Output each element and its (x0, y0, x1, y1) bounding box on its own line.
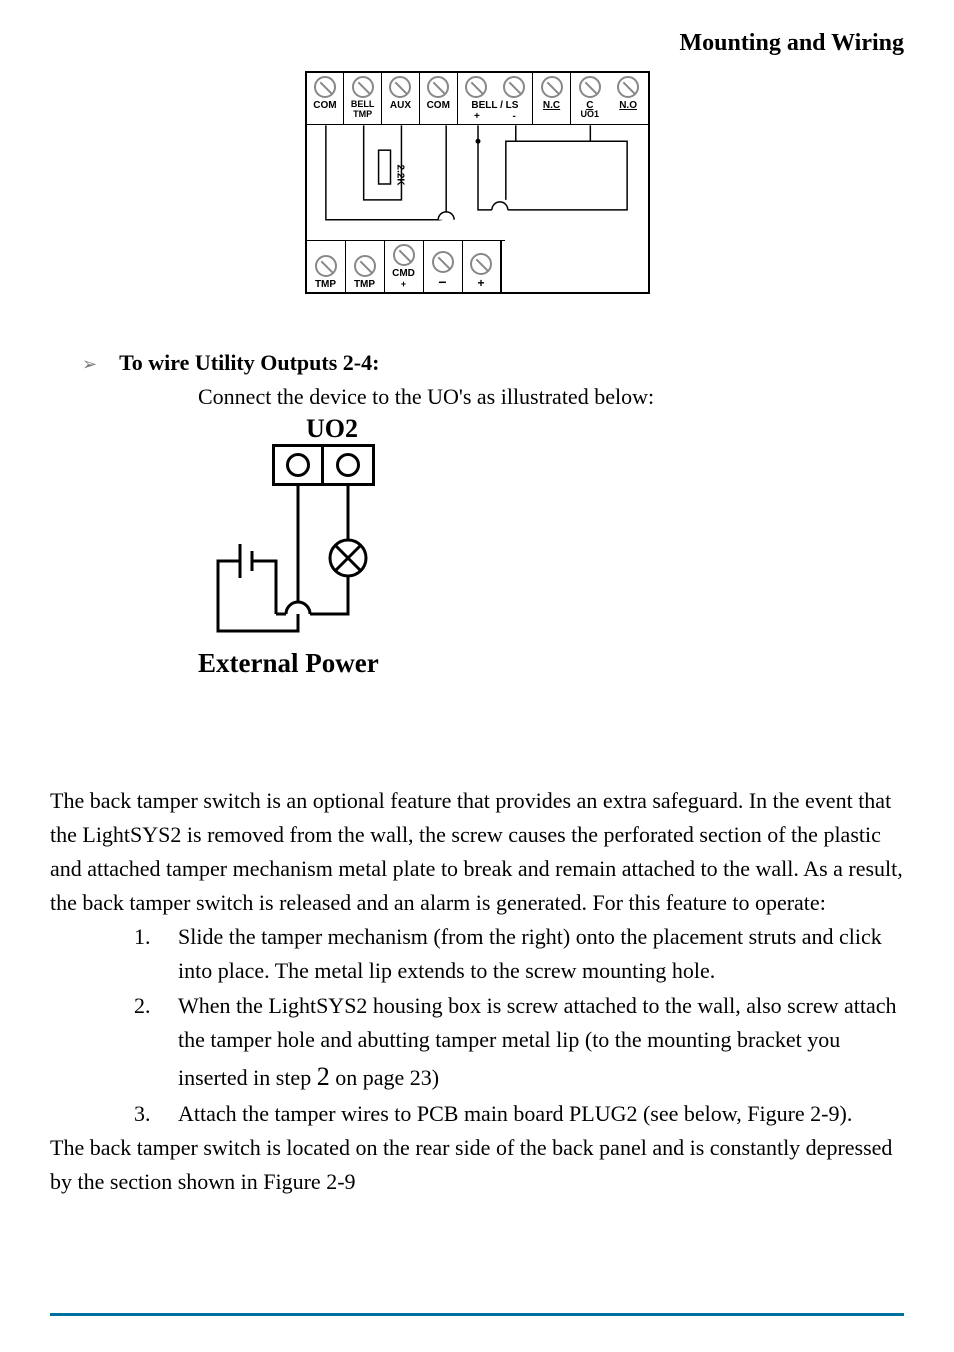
bullet-line: ➢ To wire Utility Outputs 2-4: (50, 350, 904, 376)
terminal-nc: N.C (533, 73, 571, 124)
terminal-c: C UO1 (571, 73, 609, 124)
terminal-com-1: COM (307, 73, 345, 124)
screw-icon (314, 76, 336, 98)
terminal-cmd: CMD+ (385, 241, 424, 292)
diagram-uo2: UO2 (198, 414, 518, 679)
terminal-circle-icon (336, 453, 360, 477)
screw-icon (465, 76, 487, 98)
item-number: 3. (134, 1097, 154, 1131)
item-number: 2. (134, 989, 154, 1097)
uo2-terminal-block (272, 444, 375, 486)
terminal-no: N.O (609, 73, 648, 124)
terminal-row-top: COM BELL TMP AUX COM BELL / LS + - (307, 73, 648, 125)
screw-icon (579, 76, 601, 98)
list-item: 2. When the LightSYS2 housing box is scr… (134, 989, 904, 1097)
terminal-tmp-2: TMP (346, 241, 385, 292)
terminal-diagram-top: COM BELL TMP AUX COM BELL / LS + - (305, 71, 650, 294)
section-subtext: Connect the device to the UO's as illust… (50, 384, 904, 410)
screw-icon (541, 76, 563, 98)
resistor-label: 2.2K (394, 165, 405, 187)
terminal-circle-icon (286, 453, 310, 477)
bullet-heading: To wire Utility Outputs 2-4: (119, 350, 379, 376)
list-item: 1. Slide the tamper mechanism (from the … (134, 920, 904, 988)
external-power-label: External Power (198, 648, 518, 679)
uo2-label: UO2 (306, 414, 518, 444)
item-content: Slide the tamper mechanism (from the rig… (178, 920, 904, 988)
terminal-bell-ls: BELL / LS + - (458, 73, 534, 124)
uo2-wiring-svg (198, 486, 458, 646)
screw-icon (470, 253, 492, 275)
numbered-list: 1. Slide the tamper mechanism (from the … (50, 920, 904, 1131)
item-content: Attach the tamper wires to PCB main boar… (178, 1097, 904, 1131)
triangle-bullet-icon: ➢ (82, 354, 97, 375)
terminal-plus: + (463, 241, 502, 292)
terminal-tmp-1: TMP (307, 241, 346, 292)
wiring-area-top: 2.2K (307, 125, 648, 240)
uo2-terminal-right (324, 447, 373, 483)
screw-icon (352, 76, 374, 98)
uo2-wiring (198, 486, 518, 646)
terminal-minus: − (424, 241, 463, 292)
terminal-com-2: COM (420, 73, 458, 124)
page-header: Mounting and Wiring (50, 30, 904, 57)
screw-icon (354, 255, 376, 277)
uo2-terminal-left (275, 447, 324, 483)
screw-icon (393, 244, 415, 266)
screw-icon (503, 76, 525, 98)
screw-icon (315, 255, 337, 277)
screw-icon (432, 251, 454, 273)
trailing-paragraph: The back tamper switch is located on the… (50, 1131, 904, 1199)
footer-divider (50, 1313, 904, 1316)
body-para-1: The back tamper switch is an optional fe… (50, 784, 904, 920)
wiring-svg-top: 2.2K (307, 125, 648, 240)
terminal-row-bottom: TMP TMP CMD+ − + (307, 240, 505, 292)
screw-icon (427, 76, 449, 98)
section-utility-outputs: ➢ To wire Utility Outputs 2-4: (50, 350, 904, 376)
list-item: 3. Attach the tamper wires to PCB main b… (134, 1097, 904, 1131)
item-number: 1. (134, 920, 154, 988)
screw-icon (617, 76, 639, 98)
item-content: When the LightSYS2 housing box is screw … (178, 989, 904, 1097)
terminal-aux: AUX (382, 73, 420, 124)
terminal-bell-tmp: BELL TMP (344, 73, 382, 124)
body-paragraph: The back tamper switch is an optional fe… (50, 784, 904, 920)
screw-icon (389, 76, 411, 98)
